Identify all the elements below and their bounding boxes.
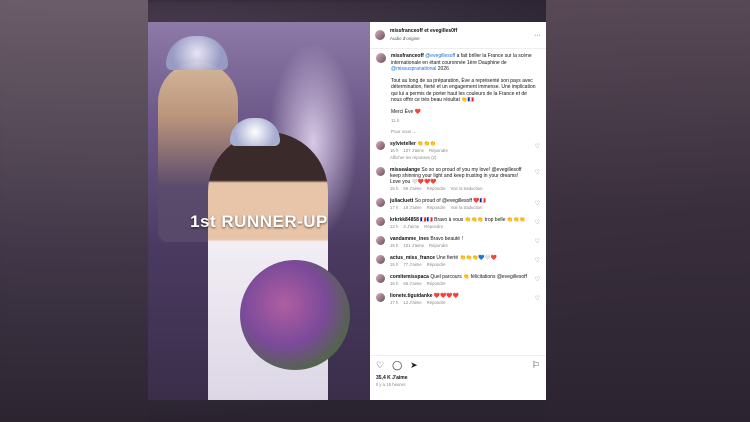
post-footer: ♡ ◯ ➤ ⚐ 35,4 K J'aime Il y a 19 heures xyxy=(370,355,546,400)
comment-avatar[interactable] xyxy=(376,141,385,150)
action-bar: ♡ ◯ ➤ ⚐ xyxy=(370,356,546,375)
like-comment-heart-icon[interactable]: ♡ xyxy=(535,257,540,264)
comment-username[interactable]: krkrkk84858 xyxy=(390,217,419,223)
caption: missfranceoff @evegillesoff a fait brill… xyxy=(370,49,546,135)
comment-time: 17 h xyxy=(390,205,399,210)
comment-username[interactable]: vandamme_ines xyxy=(390,236,429,242)
reply-button[interactable]: Répondre xyxy=(429,243,448,248)
comment-text: Quel parcours 👏 félicitations @evegilles… xyxy=(430,274,527,280)
comment-text: Bravo beauté ! xyxy=(430,236,463,242)
caption-avatar[interactable] xyxy=(376,53,386,63)
reply-button[interactable]: Répondre xyxy=(427,205,446,210)
like-comment-heart-icon[interactable]: ♡ xyxy=(535,238,540,245)
comment: missealange So so so proud of you my lov… xyxy=(376,167,540,192)
comment-username[interactable]: actus_miss_france xyxy=(390,255,435,261)
caption-paragraph-3: Merci Ève ❤️ xyxy=(391,108,421,115)
post-header: missfranceoff et evegilles0ff Audio d'or… xyxy=(370,22,546,49)
comment-username[interactable]: comitemisspaca xyxy=(390,274,429,280)
like-comment-heart-icon[interactable]: ♡ xyxy=(535,276,540,283)
comment-time: 15 h xyxy=(390,281,399,286)
background-right-blur xyxy=(546,0,750,422)
comment: comitemisspaca Quel parcours 👏 félicitat… xyxy=(376,274,540,287)
reply-button[interactable]: Répondre xyxy=(427,300,446,305)
comment-likes[interactable]: 56 J'aime xyxy=(403,186,421,191)
caption-paragraph-2: Tout au long de sa préparation, Ève a re… xyxy=(391,77,536,104)
photo-overlay-text: 1st RUNNER-UP xyxy=(190,212,328,231)
comment-username[interactable]: sylvieteller xyxy=(390,141,416,147)
comment-likes[interactable]: 66 J'aime xyxy=(403,281,421,286)
comment: lionete.tiguidanke ❤️❤️❤️❤️ 17 h 12 J'aime… xyxy=(376,293,540,306)
post-sidebar: missfranceoff et evegilles0ff Audio d'or… xyxy=(370,22,546,400)
more-options-icon[interactable]: ··· xyxy=(534,32,541,39)
comment-time: 15 h xyxy=(390,243,399,248)
comment-text: 👏👏👏 xyxy=(417,141,436,147)
reply-button[interactable]: Répondre xyxy=(427,262,446,267)
comment-avatar[interactable] xyxy=(376,236,385,245)
audio-label[interactable]: Audio d'origine xyxy=(390,35,457,42)
comment-avatar[interactable] xyxy=(376,274,385,283)
post-photo[interactable]: 1st RUNNER-UP xyxy=(148,22,370,400)
translate-link[interactable]: Voir la traduction xyxy=(451,186,483,191)
crown-left xyxy=(166,36,228,70)
comments-list: sylvieteller 👏👏👏 16 h 107 J'aime Répondre Af… xyxy=(370,141,546,306)
comment-text: Une fierté 👏👏👏💙🤍❤️ xyxy=(436,255,497,261)
coauthor-text[interactable]: et evegilles0ff xyxy=(424,28,457,34)
author-avatar[interactable] xyxy=(375,30,385,40)
comment-time: 15 h xyxy=(390,262,399,267)
comment-icon[interactable]: ◯ xyxy=(392,360,402,371)
caption-mention-2[interactable]: @missuspranational xyxy=(391,66,436,72)
comment: actus_miss_france Une fierté 👏👏👏💙🤍❤️ 15 h… xyxy=(376,255,540,268)
caption-time: 11 h xyxy=(391,118,400,123)
like-comment-heart-icon[interactable]: ♡ xyxy=(535,143,540,150)
comment-avatar[interactable] xyxy=(376,198,385,207)
comment-time: 15 h xyxy=(390,186,399,191)
comment-username[interactable]: lionete.tiguidanke xyxy=(390,293,433,299)
comment-likes[interactable]: 3 J'aime xyxy=(403,224,419,229)
comment-avatar[interactable] xyxy=(376,255,385,264)
caption-year: 2026 xyxy=(437,66,449,72)
comment-likes[interactable]: 77 J'aime xyxy=(403,262,421,267)
see-more-link[interactable]: Pour vous ⌄ xyxy=(391,129,536,136)
comment-likes[interactable]: 101 J'aime xyxy=(403,243,424,248)
comment-avatar[interactable] xyxy=(376,217,385,226)
flower-bouquet xyxy=(240,260,350,370)
comment-avatar[interactable] xyxy=(376,167,385,176)
reply-button[interactable]: Répondre xyxy=(424,224,443,229)
comment-text: 🇫🇷🇫🇷 Bravo à vous 👏👏👏 trop belle 👏👏👏 xyxy=(420,217,526,223)
comment-time: 16 h xyxy=(390,148,399,153)
comment-avatar[interactable] xyxy=(376,293,385,302)
comment-likes[interactable]: 18 J'aime xyxy=(403,205,421,210)
comment-username[interactable]: juliacluett xyxy=(390,198,413,204)
comment: krkrkk84858 🇫🇷🇫🇷 Bravo à vous 👏👏👏 trop b… xyxy=(376,217,540,230)
comment-text: So proud of @evegillesoff ❤️🇫🇷 xyxy=(414,198,486,204)
show-replies-link[interactable]: Afficher les réponses (2) xyxy=(390,155,530,161)
post-time-ago: Il y a 19 heures xyxy=(376,382,406,387)
like-comment-heart-icon[interactable]: ♡ xyxy=(535,295,540,302)
share-icon[interactable]: ➤ xyxy=(410,360,418,371)
instagram-post-card: 1st RUNNER-UP missfranceoff et evegilles… xyxy=(148,22,546,400)
background-left-blur xyxy=(0,0,148,422)
caption-mention[interactable]: @evegillesoff xyxy=(425,53,455,59)
comment: juliacluett So proud of @evegillesoff ❤️… xyxy=(376,198,540,211)
like-comment-heart-icon[interactable]: ♡ xyxy=(535,169,540,176)
reply-button[interactable]: Répondre xyxy=(427,186,446,191)
comment: sylvieteller 👏👏👏 16 h 107 J'aime Répondre Af… xyxy=(376,141,540,161)
comment-text: ❤️❤️❤️❤️ xyxy=(433,293,459,299)
caption-username[interactable]: missfranceoff xyxy=(391,53,424,59)
comment-likes[interactable]: 107 J'aime xyxy=(403,148,424,153)
reply-button[interactable]: Répondre xyxy=(427,281,446,286)
bookmark-icon[interactable]: ⚐ xyxy=(532,360,540,371)
author-username[interactable]: missfranceoff xyxy=(390,28,423,34)
translate-link[interactable]: Voir la traduction xyxy=(451,205,483,210)
comment-likes[interactable]: 12 J'aime xyxy=(403,300,421,305)
comment-time: 17 h xyxy=(390,300,399,305)
like-comment-heart-icon[interactable]: ♡ xyxy=(535,219,540,226)
comment-time: 12 h xyxy=(390,224,399,229)
comment: vandamme_ines Bravo beauté ! 15 h 101 J'ai… xyxy=(376,236,540,249)
like-comment-heart-icon[interactable]: ♡ xyxy=(535,200,540,207)
reply-button[interactable]: Répondre xyxy=(429,148,448,153)
heart-icon[interactable]: ♡ xyxy=(376,360,384,371)
